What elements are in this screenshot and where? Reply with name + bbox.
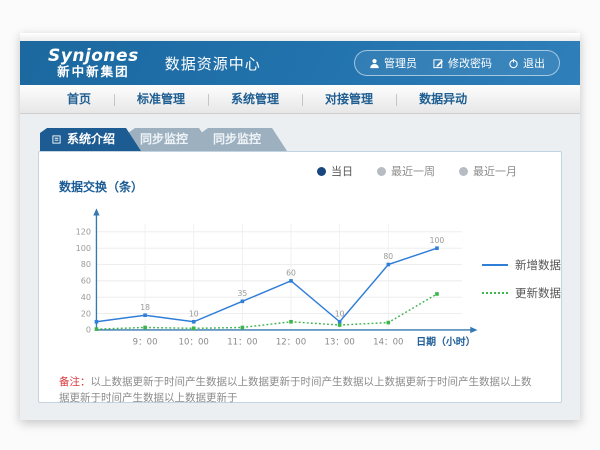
change-password-label: 修改密码: [448, 55, 492, 71]
svg-text:11：00: 11：00: [227, 337, 257, 347]
radio-label: 当日: [331, 163, 353, 179]
footnote-text: 以上数据更新于时间产生数据以上数据更新于时间产生数据以上数据更新于时间产生数据以…: [59, 376, 532, 404]
tab-system-intro[interactable]: 系统介绍: [40, 128, 141, 151]
svg-text:60: 60: [286, 268, 296, 277]
radio-last-month[interactable]: 最近一月: [459, 163, 517, 179]
tab-bar: 系统介绍 同步监控 同步监控: [40, 128, 562, 151]
app-header: Synjones 新中新集团 数据资源中心 管理员 修改密码 退出: [20, 41, 580, 85]
nav-item-standard-mgmt[interactable]: 标准管理: [114, 85, 208, 114]
app-window: Synjones 新中新集团 数据资源中心 管理员 修改密码 退出 首页 标准管…: [20, 33, 580, 420]
radio-icon: [317, 167, 326, 176]
radio-today[interactable]: 当日: [317, 163, 353, 179]
nav-item-data-change[interactable]: 数据异动: [396, 85, 490, 114]
current-user[interactable]: 管理员: [369, 55, 417, 71]
page-title: 数据资源中心: [165, 53, 261, 74]
svg-text:10: 10: [335, 309, 345, 318]
chart-panel: 当日 最近一周 最近一月 数据交换（条） 0 20 40 60 80 100 120 9：00…: [38, 151, 562, 403]
svg-text:10：00: 10：00: [179, 337, 209, 347]
y-axis-title: 数据交换（条）: [59, 178, 561, 195]
tab-label: 系统介绍: [67, 132, 115, 146]
power-icon: [508, 58, 519, 69]
tab-sync-monitor-2[interactable]: 同步监控: [201, 128, 287, 151]
radio-label: 最近一周: [391, 163, 435, 179]
logout-button[interactable]: 退出: [508, 55, 545, 71]
content-area: 系统介绍 同步监控 同步监控 当日 最近一周: [20, 114, 580, 420]
svg-text:0: 0: [86, 325, 91, 335]
tab-sync-monitor-1[interactable]: 同步监控: [128, 128, 214, 151]
svg-text:100: 100: [76, 243, 91, 253]
svg-text:100: 100: [430, 236, 445, 245]
chart-legend: 新增数据 更新数据: [482, 195, 561, 373]
company-logo: Synjones 新中新集团: [48, 48, 139, 79]
radio-label: 最近一月: [473, 163, 517, 179]
solid-line-swatch: [482, 264, 508, 266]
tab-label: 同步监控: [140, 132, 188, 146]
user-toolbar: 管理员 修改密码 退出: [354, 50, 560, 76]
nav-item-system-mgmt[interactable]: 系统管理: [208, 85, 302, 114]
legend-label: 新增数据: [515, 257, 561, 273]
line-chart: 0 20 40 60 80 100 120 9：00 10：00 11：00 12：00 13：00 1…: [55, 195, 482, 373]
logout-label: 退出: [523, 55, 545, 71]
svg-text:10: 10: [189, 309, 199, 318]
svg-text:60: 60: [81, 276, 91, 286]
svg-text:80: 80: [383, 252, 393, 261]
document-icon: [52, 133, 61, 147]
user-icon: [369, 58, 380, 69]
chart-area: 数据交换（条） 0 20 40 60 80 100 120 9：00 10：00 11：00 12：…: [39, 152, 561, 373]
svg-text:80: 80: [81, 259, 91, 269]
logo-text-en: Synjones: [48, 48, 139, 66]
svg-text:120: 120: [76, 227, 91, 237]
svg-text:18: 18: [140, 303, 150, 312]
nav-item-home[interactable]: 首页: [44, 85, 114, 114]
svg-text:13：00: 13：00: [325, 337, 355, 347]
user-label: 管理员: [384, 55, 417, 71]
svg-text:35: 35: [238, 289, 248, 298]
footnote: 备注：以上数据更新于时间产生数据以上数据更新于时间产生数据以上数据更新于时间产生…: [39, 375, 561, 407]
svg-text:14：00: 14：00: [373, 337, 403, 347]
svg-text:12：00: 12：00: [276, 337, 306, 347]
radio-icon: [459, 167, 468, 176]
dotted-line-swatch: [482, 292, 508, 294]
legend-item-new-data[interactable]: 新增数据: [482, 257, 561, 273]
change-password-button[interactable]: 修改密码: [433, 55, 492, 71]
main-nav: 首页 标准管理 系统管理 对接管理 数据异动: [20, 85, 580, 114]
edit-icon: [433, 58, 444, 69]
window-top-strip: [20, 33, 580, 41]
svg-text:9：00: 9：00: [133, 337, 158, 347]
radio-last-week[interactable]: 最近一周: [377, 163, 435, 179]
tab-label: 同步监控: [213, 132, 261, 146]
svg-text:日期（小时）: 日期（小时）: [416, 335, 475, 348]
logo-text-cn: 新中新集团: [48, 65, 139, 78]
legend-item-updated-data[interactable]: 更新数据: [482, 285, 561, 301]
svg-text:20: 20: [81, 308, 91, 318]
svg-text:40: 40: [81, 292, 91, 302]
time-range-filter: 当日 最近一周 最近一月: [317, 163, 517, 179]
nav-item-integration-mgmt[interactable]: 对接管理: [302, 85, 396, 114]
legend-label: 更新数据: [515, 285, 561, 301]
radio-icon: [377, 167, 386, 176]
footnote-label: 备注：: [59, 376, 91, 388]
